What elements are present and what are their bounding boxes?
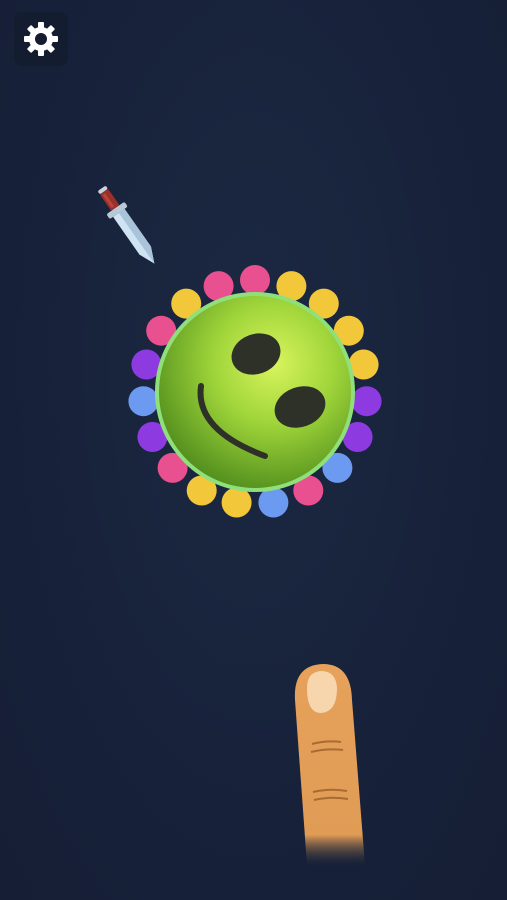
tap-finger-icon [294, 664, 365, 865]
gear-icon [24, 22, 58, 56]
ring-ball [128, 386, 159, 417]
settings-button[interactable] [14, 12, 68, 66]
ring-ball [240, 265, 270, 295]
game-stage[interactable] [0, 0, 507, 900]
knife-icon [98, 186, 155, 264]
target-ball[interactable] [125, 262, 385, 522]
ring-ball [258, 487, 289, 518]
green-face [159, 296, 351, 488]
ring-ball [221, 487, 252, 518]
ring-ball [351, 386, 382, 417]
